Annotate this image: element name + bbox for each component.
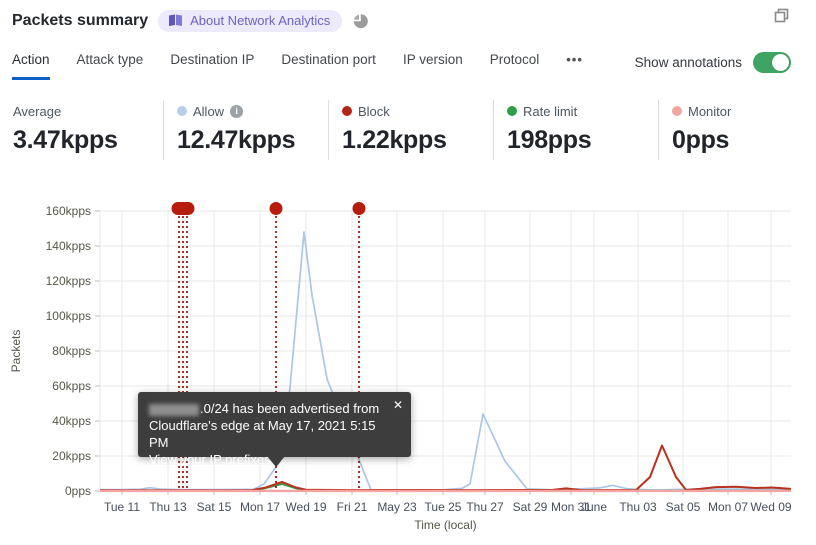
block-dot	[342, 106, 352, 116]
stat-label: Monitor	[688, 103, 732, 119]
y-tick-label: 20kpps	[52, 449, 91, 463]
x-tick-label: Thu 13	[149, 500, 187, 514]
stat-value: 12.47kpps	[177, 126, 296, 154]
x-tick-label: Sat 29	[513, 500, 548, 514]
y-tick-label: 160kpps	[46, 204, 91, 218]
about-network-analytics-badge[interactable]: About Network Analytics	[158, 10, 343, 32]
show-annotations-toggle[interactable]	[753, 52, 791, 73]
popout-window-icon[interactable]	[774, 8, 790, 24]
stat-allow: Allow i 12.47kpps	[163, 100, 296, 160]
x-tick-label: Tue 25	[425, 500, 462, 514]
stat-block: Block 1.22kpps	[328, 100, 447, 160]
annotation-marker[interactable]	[171, 202, 195, 215]
tab-protocol[interactable]: Protocol	[490, 52, 540, 77]
network-analytics-panel: Packets summary About Network Analytics …	[0, 0, 816, 545]
stat-label: Average	[13, 103, 62, 119]
y-tick-label: 140kpps	[46, 239, 91, 253]
tab-attack-type[interactable]: Attack type	[77, 52, 144, 77]
tooltip-arrow	[267, 456, 285, 467]
stat-value: 0pps	[672, 126, 730, 154]
x-tick-label: Mon 17	[240, 500, 280, 514]
stat-rate-limit: Rate limit 198pps	[493, 100, 592, 160]
redacted-ip-prefix	[149, 403, 199, 416]
y-tick-label: 80kpps	[52, 344, 91, 358]
annotation-tooltip: .0/24 has been advertised from Cloudflar…	[138, 392, 411, 467]
x-tick-label: Thu 27	[466, 500, 504, 514]
stat-value: 1.22kpps	[342, 126, 447, 154]
y-tick-label: 60kpps	[52, 379, 91, 393]
stat-label: Rate limit	[523, 103, 578, 119]
y-tick-label: 40kpps	[52, 414, 91, 428]
info-icon[interactable]: i	[230, 104, 244, 118]
x-tick-label: May 23	[377, 500, 417, 514]
stat-value: 198pps	[507, 126, 592, 154]
x-tick-label: Sat 15	[197, 500, 232, 514]
header: Packets summary About Network Analytics	[12, 10, 369, 32]
tab-destination-port[interactable]: Destination port	[281, 52, 376, 77]
stat-label: Allow	[193, 103, 225, 119]
monitor-dot	[672, 106, 682, 116]
y-tick-label: 0pps	[65, 484, 91, 498]
x-tick-label: Sat 05	[666, 500, 701, 514]
close-icon[interactable]: ✕	[393, 397, 403, 414]
tooltip-line2: Cloudflare's edge at May 17, 2021 5:15 P…	[149, 418, 376, 450]
show-annotations-control: Show annotations	[635, 52, 791, 73]
stat-monitor: Monitor 0pps	[658, 100, 731, 160]
tab-bar: Action Attack type Destination IP Destin…	[12, 52, 583, 80]
stat-value: 3.47kpps	[13, 126, 118, 154]
y-tick-label: 100kpps	[46, 309, 91, 323]
stats-row: Average 3.47kpps Allow i 12.47kpps Block…	[0, 100, 816, 162]
packets-time-series-chart: 0pps 20kpps 40kpps 60kpps 80kpps 100kpps 120kp…	[9, 202, 792, 532]
annotation-marker[interactable]	[352, 202, 366, 215]
tooltip-line1: .0/24 has been advertised from	[200, 401, 380, 416]
rate-limit-dot	[507, 106, 517, 116]
x-tick-label: Mon 07	[708, 500, 748, 514]
tab-action[interactable]: Action	[12, 52, 50, 80]
y-tick-label: 120kpps	[46, 274, 91, 288]
x-axis-title: Time (local)	[414, 518, 476, 532]
pie-chart-icon[interactable]	[352, 13, 369, 29]
x-tick-label: Fri 21	[337, 500, 368, 514]
annotation-marker[interactable]	[269, 202, 283, 215]
stat-label: Block	[358, 103, 390, 119]
x-tick-label: June	[581, 500, 607, 514]
y-axis-title: Packets	[9, 330, 23, 373]
allow-dot	[177, 106, 187, 116]
page-title: Packets summary	[12, 12, 149, 29]
tab-destination-ip[interactable]: Destination IP	[170, 52, 254, 77]
stat-average: Average 3.47kpps	[0, 100, 118, 160]
book-icon	[169, 14, 183, 26]
more-tabs-button[interactable]: •••	[566, 52, 583, 77]
x-tick-label: Tue 11	[104, 500, 140, 514]
show-annotations-label: Show annotations	[634, 55, 742, 70]
x-tick-label: Thu 03	[619, 500, 657, 514]
tab-ip-version[interactable]: IP version	[403, 52, 463, 77]
badge-label: About Network Analytics	[190, 13, 331, 28]
view-ip-prefixes-link[interactable]: View your IP prefixes	[149, 452, 271, 467]
x-tick-label: Wed 19	[285, 500, 326, 514]
toggle-knob	[772, 54, 789, 71]
x-tick-label: Wed 09	[750, 500, 791, 514]
